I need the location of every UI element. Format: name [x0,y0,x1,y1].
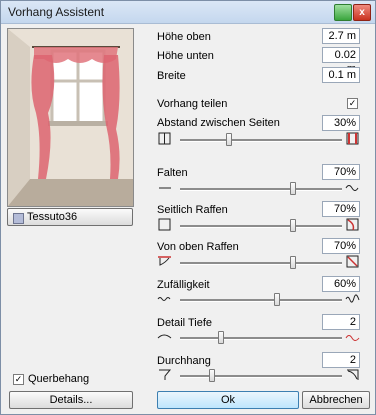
random-wave-icon [345,294,360,303]
height-bottom-label: Höhe unten [157,50,214,62]
side-distance-label: Abstand zwischen Seiten [157,117,280,129]
sag-slider-thumb[interactable] [209,369,216,382]
side-gather-slider-track[interactable] [180,225,342,228]
window-title: Vorhang Assistent [8,5,105,19]
sag-field[interactable]: 2 [322,352,360,368]
width-field[interactable]: 0.1 m [322,67,360,83]
folds-field[interactable]: 70% [322,164,360,180]
square-icon [158,218,171,231]
side-distance-slider-track[interactable] [180,139,342,142]
detail-curve-icon [345,335,360,341]
detail-depth-slider-track[interactable] [180,337,342,340]
width-label: Breite [157,70,186,82]
detail-depth-field[interactable]: 2 [322,314,360,330]
side-gather-field[interactable]: 70% [322,201,360,217]
folds-label: Falten [157,167,188,179]
top-gather-slider-thumb[interactable] [290,256,297,269]
detail-depth-slider-thumb[interactable] [217,331,224,344]
valance-label: Querbehang [28,373,90,385]
side-gather-slider-thumb[interactable] [290,219,297,232]
side-gather-icon [346,218,359,231]
material-label: Tessuto36 [27,211,78,223]
sag-label: Durchhang [157,355,211,367]
details-button[interactable]: Details... [9,391,133,409]
side-gather-label: Seitlich Raffen [157,204,228,216]
side-distance-field[interactable]: 30% [322,115,360,131]
height-top-field[interactable]: 2.7 m [322,28,360,44]
split-curtain-checkbox[interactable]: ✓ [347,98,358,109]
minimize-button[interactable] [334,4,352,21]
close-button[interactable]: x [353,4,371,21]
title-bar: Vorhang Assistent x [1,1,375,24]
sag-slider-track[interactable] [180,375,342,378]
cancel-button[interactable]: Abbrechen [302,391,370,409]
wave-icon [345,185,359,191]
folds-slider-thumb[interactable] [290,182,297,195]
room-render-illustration [8,29,133,206]
sag-right-icon [347,369,359,380]
randomness-label: Zufälligkeit [157,279,210,291]
curtain-closed-icon [158,132,171,145]
detail-depth-label: Detail Tiefe [157,317,213,329]
valance-checkbox[interactable]: ✓ [13,374,24,385]
small-wave-icon [157,297,171,301]
curtain-open-icon [346,132,359,145]
dialog-window: Vorhang Assistent x Tessuto36 Höhe oben … [0,0,376,415]
smooth-curve-icon [157,334,172,339]
curtain-preview-image [7,28,134,207]
top-gather-left-icon [158,256,171,266]
top-gather-slider-track[interactable] [180,262,342,265]
randomness-field[interactable]: 60% [322,276,360,292]
side-distance-slider-thumb[interactable] [225,133,232,146]
randomness-slider-track[interactable] [180,299,342,302]
top-gather-right-icon [346,255,359,268]
top-gather-field[interactable]: 70% [322,238,360,254]
material-button[interactable]: Tessuto36 [7,208,133,226]
top-gather-label: Von oben Raffen [157,241,239,253]
split-curtain-label: Vorhang teilen [157,98,228,110]
height-top-label: Höhe oben [157,31,211,43]
ok-button[interactable]: Ok [157,391,299,409]
dialog-content: Tessuto36 Höhe oben 2.7 m Höhe unten 0.0… [1,24,375,414]
sag-left-icon [159,369,172,380]
flat-line-icon [159,187,171,189]
material-swatch [13,213,24,224]
folds-slider-track[interactable] [180,188,342,191]
randomness-slider-thumb[interactable] [274,293,281,306]
height-bottom-field[interactable]: 0.02 m [322,47,360,75]
